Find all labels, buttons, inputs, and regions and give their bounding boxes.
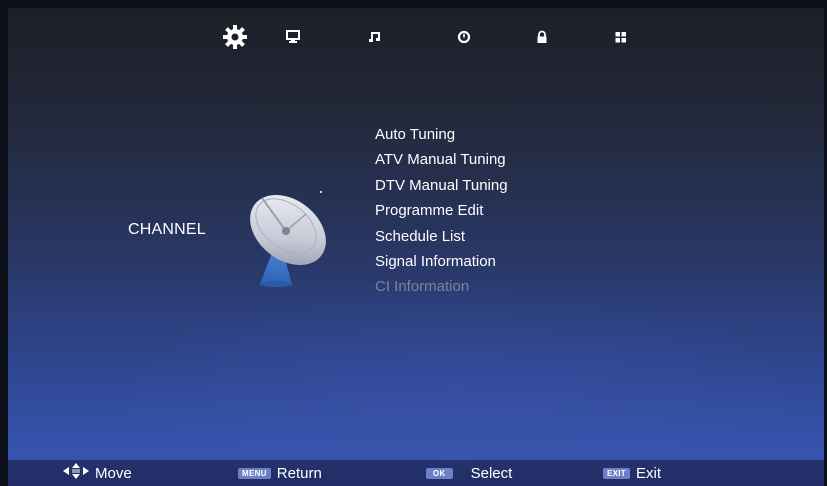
tab-lock[interactable] [527, 22, 557, 52]
monitor-icon [286, 30, 300, 44]
lock-icon [535, 30, 549, 44]
section-title: CHANNEL [128, 221, 206, 238]
tab-sound[interactable] [360, 22, 390, 52]
channel-menu: Auto Tuning ATV Manual Tuning DTV Manual… [375, 122, 508, 300]
bottom-hint-bar: Move MENU Return OK Select EXIT Exit [8, 460, 824, 486]
tab-picture[interactable] [278, 22, 308, 52]
tab-time[interactable] [449, 22, 479, 52]
hint-exit: EXIT Exit [603, 460, 661, 486]
menu-item-dtv-manual-tuning[interactable]: DTV Manual Tuning [375, 173, 508, 198]
menu-tab-bar [8, 22, 824, 52]
menu-item-signal-information[interactable]: Signal Information [375, 249, 508, 274]
menu-item-ci-information: CI Information [375, 278, 470, 296]
gear-icon [222, 24, 248, 50]
tv-menu-screen: CHANNEL Auto Tuning ATV Manual Tuning DT… [8, 8, 824, 486]
arrows-icon [63, 463, 89, 483]
menu-key-badge: MENU [238, 467, 271, 479]
tab-app[interactable] [606, 22, 636, 52]
hint-return-label: Return [276, 464, 322, 482]
menu-item-schedule-list[interactable]: Schedule List [375, 224, 508, 249]
hint-return: MENU Return [238, 460, 322, 486]
music-note-icon [368, 30, 382, 44]
hint-select-label: Select [470, 464, 513, 482]
tab-channel[interactable] [220, 22, 250, 52]
menu-item-programme-edit[interactable]: Programme Edit [375, 198, 508, 223]
exit-key-badge: EXIT [603, 467, 630, 479]
satellite-dish-icon [236, 176, 346, 294]
menu-item-auto-tuning[interactable]: Auto Tuning [375, 122, 508, 147]
menu-item-atv-manual-tuning[interactable]: ATV Manual Tuning [375, 147, 508, 172]
hint-move-label: Move [95, 464, 132, 482]
hint-move: Move [63, 460, 132, 486]
grid-icon [614, 30, 628, 44]
hint-exit-label: Exit [635, 464, 661, 482]
clock-icon [457, 30, 471, 44]
hint-select: OK Select [426, 460, 512, 486]
ok-key-badge: OK [426, 467, 453, 479]
